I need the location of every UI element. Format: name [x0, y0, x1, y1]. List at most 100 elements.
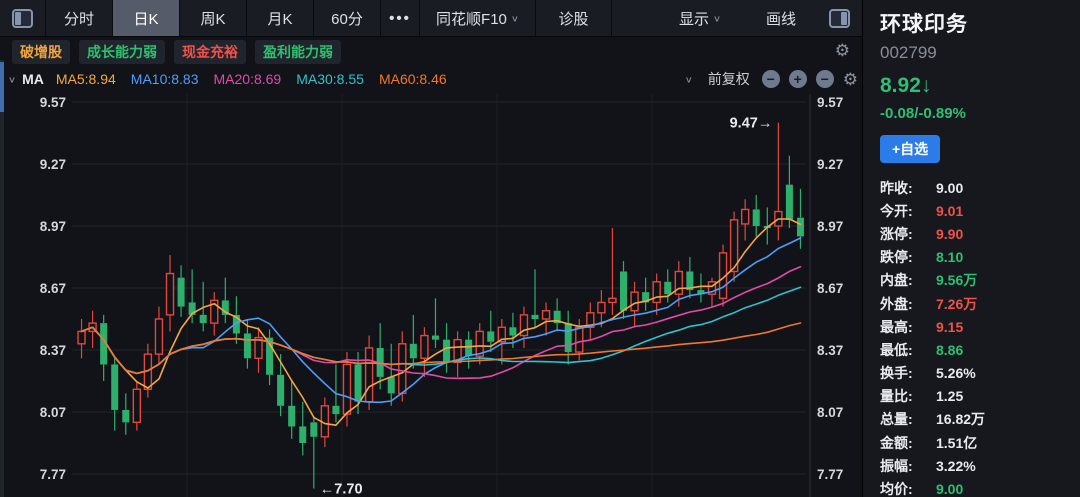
tab-monthly-k[interactable]: 月K [247, 0, 314, 36]
svg-text:←7.70: ←7.70 [320, 481, 363, 497]
adjust-mode-label[interactable]: 前复权 [708, 69, 750, 89]
svg-text:9.27: 9.27 [40, 157, 66, 172]
stat-row: 最高:9.15 [880, 315, 1080, 338]
stat-row: 金额:1.51亿 [880, 431, 1080, 454]
chevron-down-icon[interactable]: ∨ [685, 74, 693, 84]
f10-label: 同花顺F10 [436, 8, 507, 29]
gear-icon[interactable]: ⚙ [843, 71, 858, 88]
ma-title: MA [22, 71, 44, 87]
panel-right-icon [829, 9, 850, 28]
stat-row: 量比:1.25 [880, 385, 1080, 408]
f10-menu-button[interactable]: 同花顺F10 ∨ [420, 0, 536, 36]
stat-value: 5.26% [936, 365, 976, 381]
stat-label: 最低: [880, 340, 936, 360]
stock-app-window: 分时 日K 周K 月K 60分 ••• 同花顺F10 ∨ 诊股 显示 ∨ 画线 … [0, 0, 1080, 497]
tag-cash-rich[interactable]: 现金充裕 [174, 40, 246, 64]
candlestick-chart[interactable]: 9.579.579.279.278.978.978.678.678.378.37… [0, 94, 862, 497]
svg-text:8.07: 8.07 [817, 405, 843, 420]
stat-value: 9.56万 [936, 270, 977, 290]
ma-indicator-row: ∨ MA MA5:8.94 MA10:8.83 MA20:8.69 MA30:8… [8, 65, 862, 93]
svg-text:8.37: 8.37 [817, 343, 843, 358]
stat-row: 总量:16.82万 [880, 408, 1080, 431]
left-rail-scrollbar[interactable] [0, 60, 4, 497]
svg-text:8.97: 8.97 [40, 219, 66, 234]
chart-region: 分时 日K 周K 月K 60分 ••• 同花顺F10 ∨ 诊股 显示 ∨ 画线 … [0, 0, 862, 497]
stat-row: 内盘:9.56万 [880, 269, 1080, 292]
stat-row: 最低:8.86 [880, 338, 1080, 361]
tab-fenshi[interactable]: 分时 [46, 0, 113, 36]
svg-text:8.97: 8.97 [817, 219, 843, 234]
ma5-value: MA5:8.94 [56, 71, 116, 87]
ma20-value: MA20:8.69 [214, 71, 282, 87]
stat-value: 9.00 [936, 180, 963, 196]
quote-panel: 环球印务 002799 8.92↓ -0.08/-0.89% +自选 昨收:9.… [862, 0, 1080, 497]
ma10-value: MA10:8.83 [131, 71, 199, 87]
last-price: 8.92↓ [880, 74, 1080, 98]
stock-name: 环球印务 [880, 8, 1080, 38]
stat-row: 涨停:9.90 [880, 222, 1080, 245]
price-change: -0.08/-0.89% [880, 105, 1080, 122]
svg-text:8.67: 8.67 [817, 281, 843, 296]
tab-weekly-k[interactable]: 周K [180, 0, 247, 36]
stat-row: 外盘:7.26万 [880, 292, 1080, 315]
stat-value: 1.25 [936, 388, 963, 404]
toolbar-spacer [612, 0, 654, 36]
down-arrow-icon: ↓ [921, 74, 932, 97]
stat-label: 振幅: [880, 456, 936, 476]
stat-value: 9.90 [936, 226, 963, 242]
chart-controls: ∨ 前复权 − + − ⚙ [685, 65, 858, 93]
stat-row: 均价:9.00 [880, 477, 1080, 497]
chevron-down-icon: ∨ [713, 13, 721, 23]
zoom-in-icon[interactable]: + [789, 70, 807, 88]
stat-label: 昨收: [880, 178, 936, 198]
stat-value: 9.01 [936, 203, 963, 219]
stat-label: 总量: [880, 409, 936, 429]
stat-value: 16.82万 [936, 409, 985, 429]
draw-line-button[interactable]: 画线 [746, 0, 816, 36]
stat-value: 3.22% [936, 458, 976, 474]
gear-icon[interactable]: ⚙ [835, 42, 850, 59]
chevron-down-icon: ∨ [511, 13, 519, 23]
panel-toggle-left-button[interactable] [0, 0, 46, 36]
top-toolbar: 分时 日K 周K 月K 60分 ••• 同花顺F10 ∨ 诊股 显示 ∨ 画线 [0, 0, 862, 37]
stat-label: 换手: [880, 363, 936, 383]
stat-label: 内盘: [880, 270, 936, 290]
tag-pozenggu[interactable]: 破增股 [12, 40, 70, 64]
svg-text:8.67: 8.67 [40, 281, 66, 296]
stat-value: 9.00 [936, 481, 963, 497]
svg-text:8.07: 8.07 [40, 405, 66, 420]
stat-label: 跌停: [880, 247, 936, 267]
stat-label: 今开: [880, 201, 936, 221]
stat-value: 9.15 [936, 319, 963, 335]
more-periods-button[interactable]: ••• [381, 0, 420, 36]
svg-text:9.57: 9.57 [40, 95, 66, 110]
panel-left-icon [12, 9, 33, 28]
svg-text:7.77: 7.77 [40, 467, 66, 482]
stat-row: 振幅:3.22% [880, 454, 1080, 477]
ma30-value: MA30:8.55 [296, 71, 364, 87]
diagnose-stock-button[interactable]: 诊股 [536, 0, 612, 36]
panel-toggle-right-button[interactable] [816, 0, 862, 36]
tab-daily-k[interactable]: 日K [113, 0, 180, 36]
stat-label: 量比: [880, 386, 936, 406]
svg-text:8.37: 8.37 [40, 343, 66, 358]
svg-text:9.47→: 9.47→ [730, 116, 773, 132]
stat-row: 今开:9.01 [880, 199, 1080, 222]
stat-label: 涨停: [880, 224, 936, 244]
add-watchlist-button[interactable]: +自选 [880, 135, 940, 163]
display-menu-button[interactable]: 显示 ∨ [654, 0, 746, 36]
stat-value: 8.86 [936, 342, 963, 358]
svg-text:7.77: 7.77 [817, 467, 843, 482]
stat-label: 最高: [880, 317, 936, 337]
stat-label: 均价: [880, 479, 936, 497]
stat-value: 1.51亿 [936, 433, 977, 453]
stat-label: 外盘: [880, 294, 936, 314]
tab-60min[interactable]: 60分 [314, 0, 381, 36]
chevron-down-icon[interactable]: ∨ [8, 74, 16, 84]
zoom-out-icon[interactable]: − [762, 70, 780, 88]
stat-value: 8.10 [936, 249, 963, 265]
collapse-icon[interactable]: − [816, 70, 834, 88]
tag-growth-weak[interactable]: 成长能力弱 [79, 40, 165, 64]
stat-label: 金额: [880, 433, 936, 453]
tag-profit-weak[interactable]: 盈利能力弱 [255, 40, 341, 64]
